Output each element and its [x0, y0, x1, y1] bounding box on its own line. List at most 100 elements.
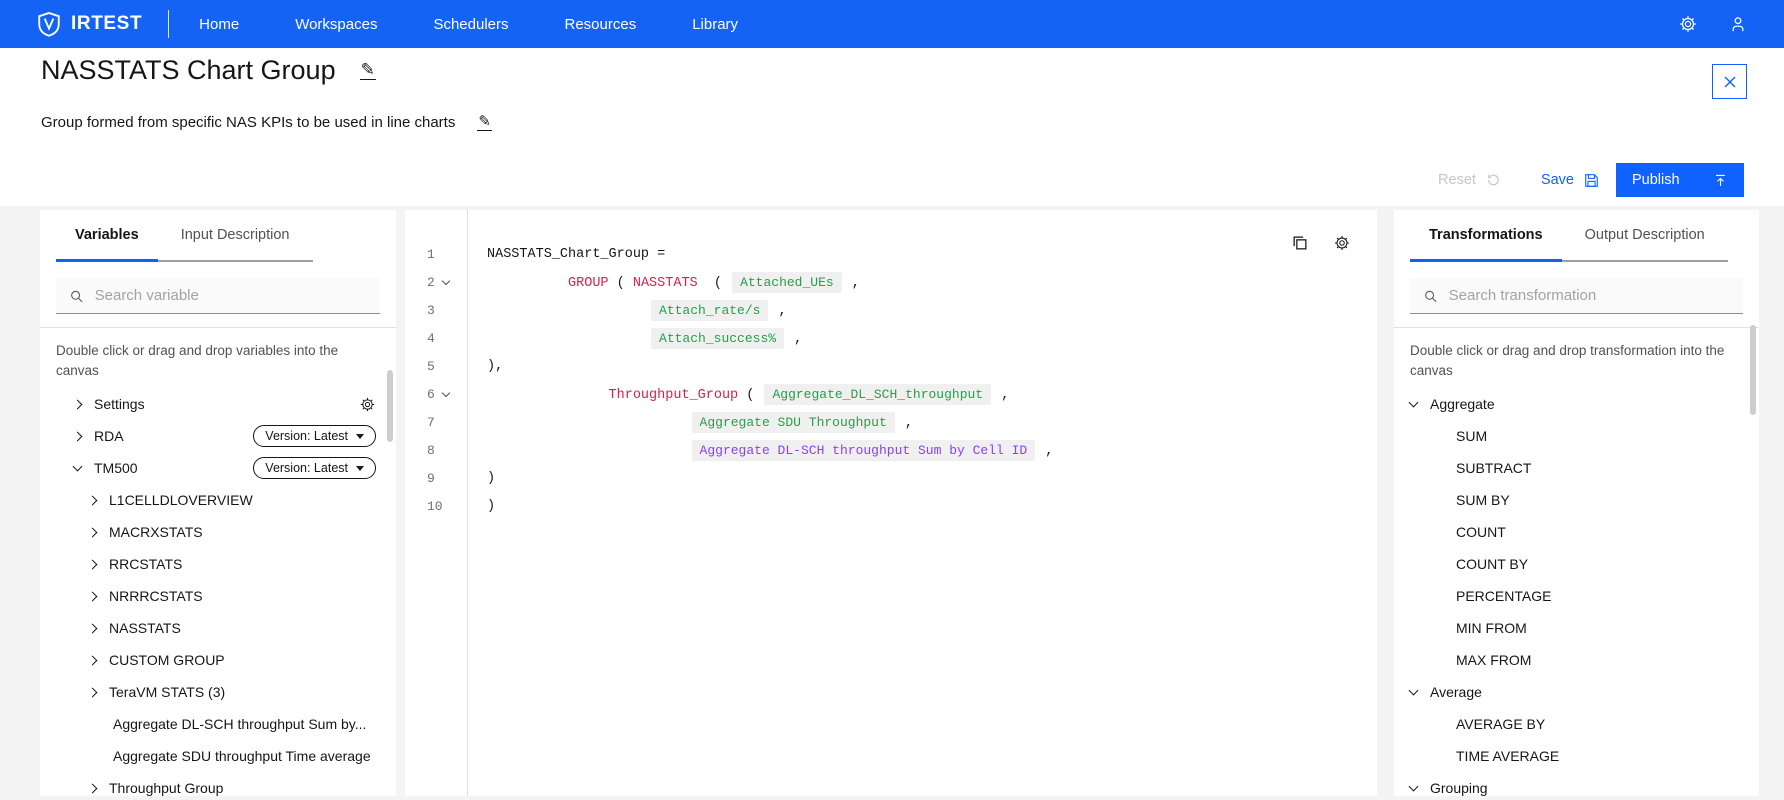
app-logo[interactable]: IRTEST: [36, 11, 142, 37]
save-button[interactable]: Save: [1541, 172, 1600, 189]
tree-item-aggregate-sdu-avg[interactable]: Aggregate SDU throughput Time average: [40, 740, 396, 772]
variable-pill[interactable]: Aggregate DL-SCH throughput Sum by Cell …: [691, 439, 1036, 461]
transform-group-grouping[interactable]: Grouping: [1394, 772, 1759, 800]
variable-pill[interactable]: Attach_success%: [651, 327, 785, 349]
transform-item-time-average[interactable]: TIME AVERAGE: [1394, 740, 1759, 772]
user-profile-icon[interactable]: [1728, 14, 1748, 34]
tree-item-custom-group[interactable]: CUSTOM GROUP: [40, 644, 396, 676]
code-keyword: GROUP: [568, 275, 609, 291]
settings-gear-icon[interactable]: [1678, 14, 1698, 34]
chevron-down-icon[interactable]: [1408, 397, 1419, 408]
tree-item-macrxstats[interactable]: MACRXSTATS: [40, 516, 396, 548]
chevron-down-icon[interactable]: [72, 461, 83, 472]
tab-output-description[interactable]: Output Description: [1561, 210, 1728, 262]
transform-group-label: Aggregate: [1430, 396, 1495, 413]
transform-item-subtract[interactable]: SUBTRACT: [1394, 452, 1759, 484]
edit-description-icon[interactable]: ✎: [477, 114, 492, 131]
navbar-divider: [168, 10, 170, 38]
line-number: 2: [427, 274, 435, 290]
close-icon: [1724, 76, 1735, 87]
nav-item-schedulers[interactable]: Schedulers: [433, 16, 508, 33]
code-line-9: 9 ): [405, 464, 1377, 492]
version-select[interactable]: Version: Latest: [253, 425, 376, 448]
transform-item-sum[interactable]: SUM: [1394, 420, 1759, 452]
tree-item-teravm-stats[interactable]: TeraVM STATS (3): [40, 676, 396, 708]
code-text: ): [487, 470, 496, 486]
chevron-right-icon[interactable]: [72, 431, 83, 442]
transform-group-aggregate[interactable]: Aggregate: [1394, 388, 1759, 420]
transform-item-label: PERCENTAGE: [1456, 588, 1552, 605]
chevron-down-icon[interactable]: [1408, 781, 1419, 792]
tree-item-aggregate-dlsch-sum[interactable]: Aggregate DL-SCH throughput Sum by...: [40, 708, 396, 740]
tree-item-l1celldloverview[interactable]: L1CELLDLOVERVIEW: [40, 484, 396, 516]
nav-item-home[interactable]: Home: [199, 16, 239, 33]
chevron-right-icon[interactable]: [87, 783, 98, 794]
tree-item-nrrrcstats[interactable]: NRRRCSTATS: [40, 580, 396, 612]
version-label: Version: Latest: [265, 461, 348, 476]
tree-item-rda[interactable]: RDA Version: Latest: [40, 420, 396, 452]
chevron-right-icon[interactable]: [87, 527, 98, 538]
save-label: Save: [1540, 172, 1574, 188]
publish-label: Publish: [1632, 172, 1680, 188]
reset-button[interactable]: Reset: [1438, 172, 1501, 188]
code-line-10: 10 ): [405, 492, 1377, 520]
variable-pill[interactable]: Attached_UEs: [732, 271, 842, 293]
reset-label: Reset: [1438, 172, 1476, 188]
variable-pill[interactable]: Aggregate SDU Throughput: [691, 411, 895, 433]
close-button[interactable]: [1712, 64, 1747, 99]
transformations-tree: Aggregate SUM SUBTRACT SUM BY COUNT COUN…: [1394, 388, 1759, 800]
line-number: 4: [427, 330, 435, 346]
code-line-3: 3 Attach_rate/s ,: [405, 296, 1377, 324]
transformation-search-input[interactable]: [1448, 287, 1730, 304]
tree-item-label: RDA: [94, 428, 124, 445]
transform-item-min-from[interactable]: MIN FROM: [1394, 612, 1759, 644]
tree-item-label: TeraVM STATS (3): [109, 684, 226, 701]
transform-item-average-by[interactable]: AVERAGE BY: [1394, 708, 1759, 740]
chevron-down-icon[interactable]: [1408, 685, 1419, 696]
chevron-right-icon[interactable]: [87, 591, 98, 602]
code-area[interactable]: 1 NASSTATS_Chart_Group = 2 GROUP ( NASST…: [405, 240, 1377, 520]
chevron-right-icon[interactable]: [87, 687, 98, 698]
tree-item-rrcstats[interactable]: RRCSTATS: [40, 548, 396, 580]
chevron-right-icon[interactable]: [87, 495, 98, 506]
transform-item-label: TIME AVERAGE: [1456, 748, 1560, 765]
tab-input-description[interactable]: Input Description: [157, 210, 313, 262]
scrollbar-thumb[interactable]: [1750, 325, 1756, 415]
variable-pill[interactable]: Aggregate_DL_SCH_throughput: [764, 383, 992, 405]
nav-item-library[interactable]: Library: [692, 16, 738, 33]
transform-item-count[interactable]: COUNT: [1394, 516, 1759, 548]
variable-pill[interactable]: Attach_rate/s: [651, 299, 769, 321]
edit-title-icon[interactable]: ✎: [359, 61, 376, 80]
tree-item-settings[interactable]: Settings: [40, 388, 396, 420]
transform-group-average[interactable]: Average: [1394, 676, 1759, 708]
fold-chevron-icon[interactable]: [441, 276, 451, 286]
version-select[interactable]: Version: Latest: [253, 457, 376, 480]
tree-item-tm500[interactable]: TM500 Version: Latest: [40, 452, 396, 484]
variable-search-input[interactable]: [94, 287, 367, 304]
chevron-right-icon[interactable]: [72, 399, 83, 410]
transform-item-max-from[interactable]: MAX FROM: [1394, 644, 1759, 676]
fold-chevron-icon[interactable]: [441, 388, 451, 398]
transform-item-label: COUNT BY: [1456, 556, 1529, 573]
transform-item-percentage[interactable]: PERCENTAGE: [1394, 580, 1759, 612]
tree-item-nasstats[interactable]: NASSTATS: [40, 612, 396, 644]
nav-item-workspaces[interactable]: Workspaces: [295, 16, 377, 33]
line-number: 6: [427, 386, 435, 402]
transform-item-count-by[interactable]: COUNT BY: [1394, 548, 1759, 580]
line-number: 1: [427, 246, 435, 262]
publish-button[interactable]: Publish: [1616, 163, 1744, 197]
scrollbar-thumb[interactable]: [387, 370, 393, 442]
tree-item-throughput-group[interactable]: Throughput Group: [40, 772, 396, 800]
nav-item-resources[interactable]: Resources: [565, 16, 637, 33]
code-text: (: [738, 387, 763, 403]
tree-item-label: Settings: [94, 396, 145, 413]
line-number: 10: [427, 498, 443, 514]
settings-gear-icon[interactable]: [359, 396, 376, 413]
chevron-right-icon[interactable]: [87, 559, 98, 570]
chevron-right-icon[interactable]: [87, 655, 98, 666]
chevron-right-icon[interactable]: [87, 623, 98, 634]
tab-variables[interactable]: Variables: [56, 210, 158, 262]
transform-item-sum-by[interactable]: SUM BY: [1394, 484, 1759, 516]
tab-transformations[interactable]: Transformations: [1410, 210, 1562, 262]
version-label: Version: Latest: [265, 429, 348, 444]
